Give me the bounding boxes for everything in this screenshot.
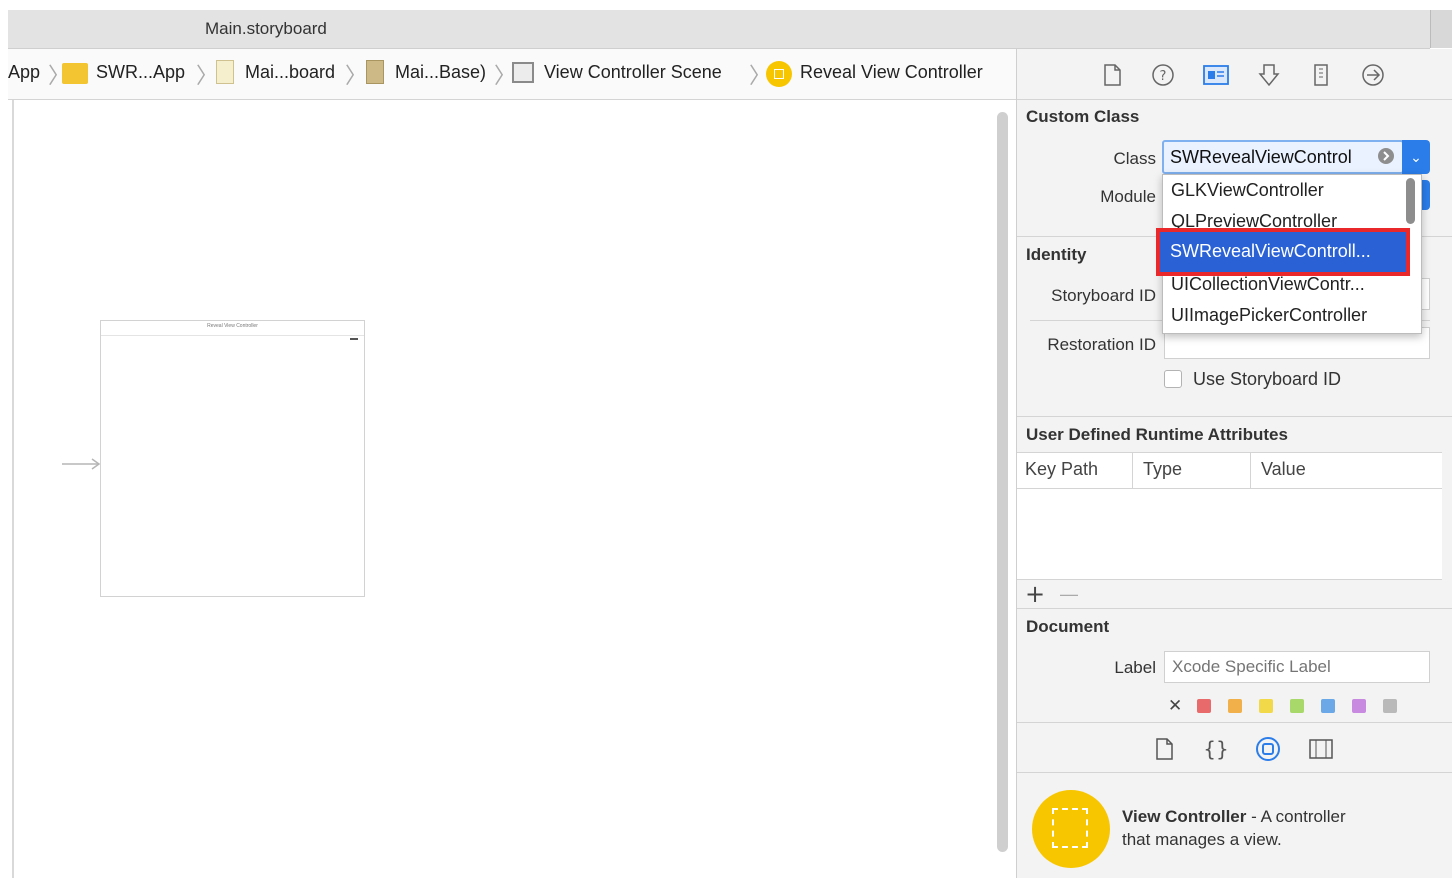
storyboard-base-icon (366, 60, 384, 84)
media-library-icon[interactable] (1308, 738, 1334, 760)
color-swatch[interactable] (1290, 699, 1304, 713)
dropdown-item[interactable]: GLKViewController (1171, 180, 1324, 201)
library-item-desc-1: A controller (1260, 807, 1346, 826)
table-header-divider (1017, 488, 1442, 489)
crumb-app[interactable]: App (8, 62, 40, 83)
svg-text:?: ? (1160, 69, 1167, 84)
folder-icon (62, 63, 88, 84)
library-item-description[interactable]: View Controller - A controller that mana… (1122, 805, 1422, 851)
scene-icon (512, 62, 534, 83)
identity-inspector-icon[interactable] (1202, 62, 1230, 88)
canvas-vertical-scrollbar[interactable] (997, 112, 1008, 852)
use-storyboard-id-label: Use Storyboard ID (1193, 369, 1342, 389)
file-template-library-icon[interactable] (1154, 736, 1176, 762)
view-controller-icon (766, 61, 792, 87)
module-label: Module (1100, 187, 1156, 206)
crumb-storyboard[interactable]: Mai...board (245, 62, 335, 83)
remove-attribute-button[interactable]: — (1060, 584, 1078, 605)
attributes-inspector-icon[interactable] (1256, 62, 1282, 88)
connections-inspector-icon[interactable] (1360, 62, 1386, 88)
title-bar: Main.storyboard (8, 10, 1430, 49)
storyboard-file-icon (216, 60, 234, 84)
library-item-desc-2: that manages a view. (1122, 830, 1282, 849)
color-swatch[interactable] (1383, 699, 1397, 713)
crumb-scene[interactable]: View Controller Scene (544, 62, 722, 83)
dropdown-item-selected[interactable]: SWRevealViewControll... (1156, 228, 1410, 276)
dropdown-item[interactable]: UIImagePickerController (1171, 305, 1367, 326)
crumb-storyboard-base[interactable]: Mai...Base) (395, 62, 486, 83)
column-type[interactable]: Type (1143, 459, 1182, 480)
quick-help-icon[interactable]: ? (1150, 62, 1176, 88)
divider (1017, 608, 1452, 609)
document-label-field[interactable] (1164, 651, 1430, 683)
color-swatch[interactable] (1259, 699, 1273, 713)
storyboard-id-label: Storyboard ID (1051, 286, 1156, 305)
view-controller-frame[interactable]: Reveal View Controller (100, 320, 365, 597)
library-item-separator: - (1246, 807, 1261, 826)
file-inspector-icon[interactable] (1100, 62, 1124, 88)
go-to-class-arrow-icon[interactable] (1377, 147, 1395, 165)
document-header: Document (1026, 617, 1110, 636)
crumb-project-group[interactable]: SWR...App (96, 62, 185, 83)
class-label: Class (1113, 149, 1156, 168)
jump-bar: App 〉 SWR...App 〉 Mai...board 〉 Mai...Ba… (8, 49, 1016, 100)
dropdown-scrollbar[interactable] (1406, 178, 1415, 224)
column-value[interactable]: Value (1261, 459, 1306, 480)
vc-scene-handle (350, 338, 358, 340)
divider (1017, 416, 1452, 417)
color-swatch[interactable] (1228, 699, 1242, 713)
column-key-path[interactable]: Key Path (1025, 459, 1098, 480)
chevron-right-icon: 〉 (196, 64, 219, 89)
class-input[interactable]: SWRevealViewControl (1170, 147, 1352, 168)
object-library-icon[interactable] (1255, 736, 1281, 762)
color-swatch[interactable] (1197, 699, 1211, 713)
crumb-view-controller[interactable]: Reveal View Controller (800, 62, 983, 83)
window-title: Main.storyboard (205, 19, 327, 38)
dropdown-item[interactable]: UICollectionViewContr... (1171, 274, 1365, 295)
document-label-label: Label (1114, 658, 1156, 677)
dropdown-item[interactable]: QLPreviewController (1171, 211, 1337, 232)
column-separator (1132, 452, 1133, 488)
vc-scene-title: Reveal View Controller (207, 323, 258, 329)
clear-color-icon[interactable]: ✕ (1168, 696, 1182, 716)
size-inspector-icon[interactable] (1310, 62, 1332, 88)
runtime-attributes-header: User Defined Runtime Attributes (1026, 425, 1288, 444)
add-attribute-button[interactable]: + (1025, 580, 1045, 608)
code-snippet-library-icon[interactable]: {} (1203, 736, 1229, 762)
chevron-down-icon: ⌄ (1410, 149, 1422, 165)
title-bar-edge (1430, 10, 1452, 48)
identity-header: Identity (1026, 245, 1087, 264)
column-separator (1250, 452, 1251, 488)
dropdown-item-selected-label: SWRevealViewControll... (1170, 241, 1371, 261)
color-swatch[interactable] (1321, 699, 1335, 713)
library-item-name: View Controller (1122, 807, 1247, 826)
chevron-right-icon: 〉 (345, 64, 368, 89)
vc-scene-bar: Reveal View Controller (101, 321, 364, 336)
class-dropdown-button[interactable]: ⌄ (1402, 140, 1430, 174)
use-storyboard-id-checkbox[interactable] (1164, 370, 1182, 388)
custom-class-header: Custom Class (1026, 107, 1140, 126)
color-swatch[interactable] (1352, 699, 1366, 713)
view-controller-library-icon[interactable] (1032, 790, 1110, 868)
restoration-id-label: Restoration ID (1047, 335, 1156, 354)
divider (1017, 99, 1452, 100)
entry-point-arrow-icon[interactable] (62, 456, 102, 472)
divider (1017, 722, 1452, 723)
divider (1017, 772, 1452, 773)
